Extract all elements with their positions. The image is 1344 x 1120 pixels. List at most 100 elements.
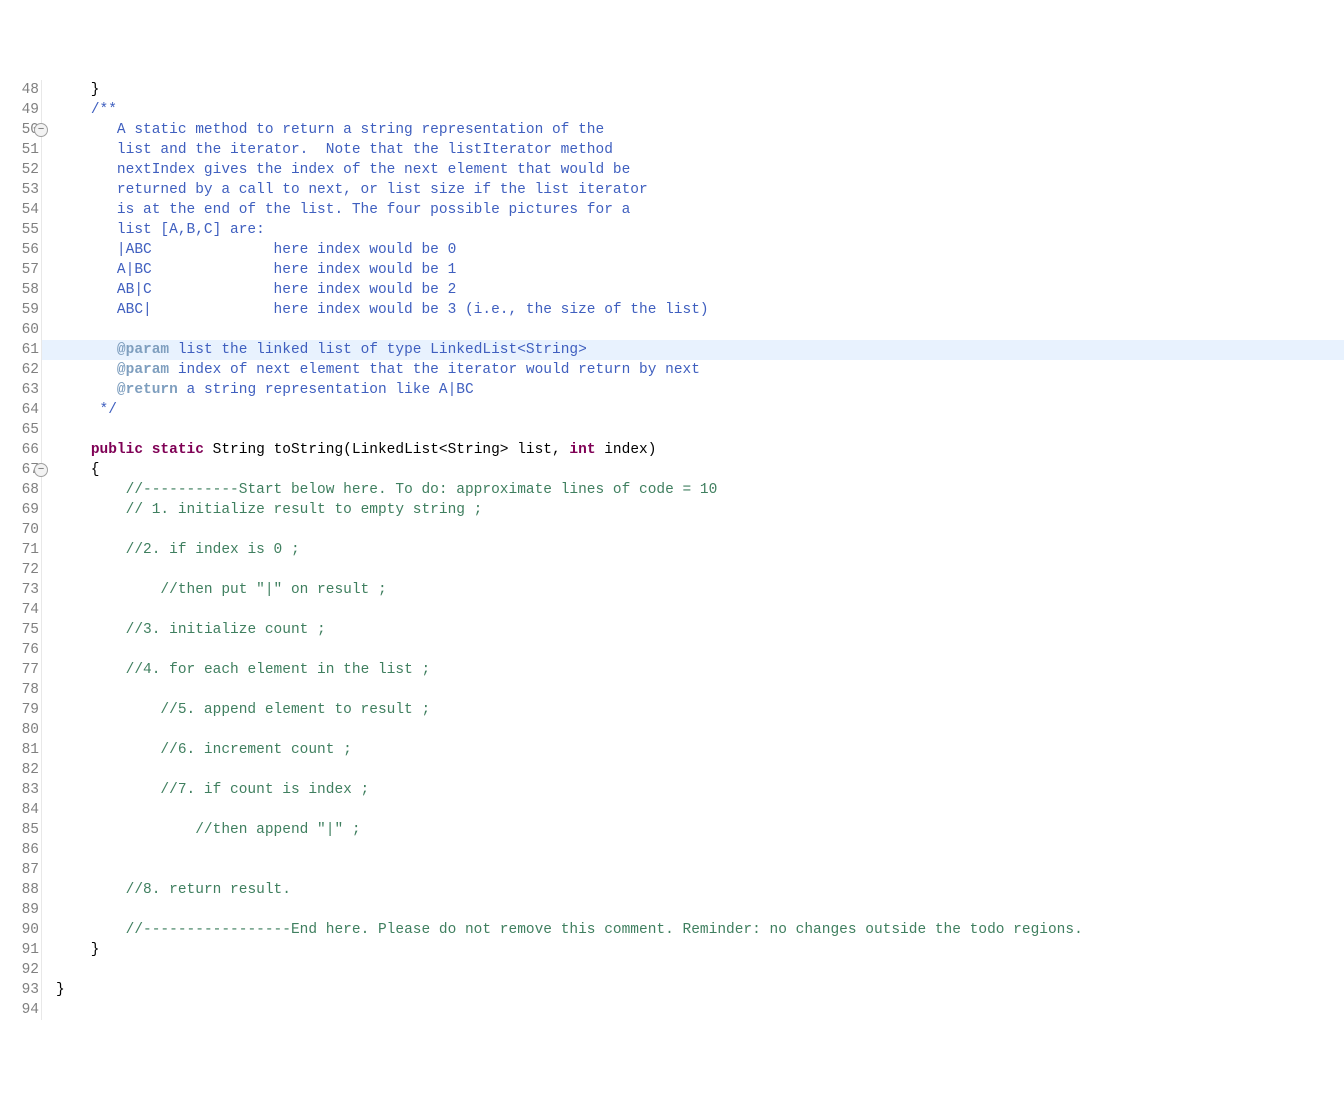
code-line[interactable]: 76	[0, 640, 1344, 660]
code-content[interactable]	[42, 760, 1344, 780]
code-line[interactable]: 85 //then append "|" ;	[0, 820, 1344, 840]
code-content[interactable]	[42, 960, 1344, 980]
code-content[interactable]: */	[42, 400, 1344, 420]
code-content[interactable]: AB|C here index would be 2	[42, 280, 1344, 300]
code-content[interactable]	[42, 560, 1344, 580]
code-line[interactable]: 80	[0, 720, 1344, 740]
code-content[interactable]: }	[42, 80, 1344, 100]
code-content[interactable]: //2. if index is 0 ;	[42, 540, 1344, 560]
code-line[interactable]: 79 //5. append element to result ;	[0, 700, 1344, 720]
fold-toggle-icon[interactable]: −	[34, 123, 48, 137]
code-line[interactable]: 63 @return a string representation like …	[0, 380, 1344, 400]
code-line[interactable]: 93}	[0, 980, 1344, 1000]
code-content[interactable]	[42, 840, 1344, 860]
code-line[interactable]: 61 @param list the linked list of type L…	[0, 340, 1344, 360]
code-line[interactable]: 75 //3. initialize count ;	[0, 620, 1344, 640]
code-content[interactable]	[42, 320, 1344, 340]
code-content[interactable]	[42, 1000, 1344, 1020]
code-content[interactable]: // 1. initialize result to empty string …	[42, 500, 1344, 520]
code-content[interactable]: is at the end of the list. The four poss…	[42, 200, 1344, 220]
token: index)	[596, 442, 657, 458]
code-line[interactable]: 78	[0, 680, 1344, 700]
code-content[interactable]	[42, 420, 1344, 440]
code-content[interactable]	[42, 600, 1344, 620]
code-content[interactable]	[42, 720, 1344, 740]
code-line[interactable]: 49 /**	[0, 100, 1344, 120]
code-line[interactable]: 83 //7. if count is index ;	[0, 780, 1344, 800]
code-content[interactable]: //6. increment count ;	[42, 740, 1344, 760]
code-content[interactable]	[42, 520, 1344, 540]
code-line[interactable]: 81 //6. increment count ;	[0, 740, 1344, 760]
code-content[interactable]	[42, 640, 1344, 660]
code-content[interactable]: //then put "|" on result ;	[42, 580, 1344, 600]
code-content[interactable]: nextIndex gives the index of the next el…	[42, 160, 1344, 180]
code-line[interactable]: 48 }	[0, 80, 1344, 100]
code-content[interactable]: //8. return result.	[42, 880, 1344, 900]
code-line[interactable]: 69 // 1. initialize result to empty stri…	[0, 500, 1344, 520]
code-line[interactable]: 56 |ABC here index would be 0	[0, 240, 1344, 260]
code-content[interactable]: //7. if count is index ;	[42, 780, 1344, 800]
code-content[interactable]: public static String toString(LinkedList…	[42, 440, 1344, 460]
code-content[interactable]: |ABC here index would be 0	[42, 240, 1344, 260]
code-content[interactable]: A|BC here index would be 1	[42, 260, 1344, 280]
code-line[interactable]: 57 A|BC here index would be 1	[0, 260, 1344, 280]
code-line[interactable]: 54 is at the end of the list. The four p…	[0, 200, 1344, 220]
code-content[interactable]: }	[42, 980, 1344, 1000]
fold-toggle-icon[interactable]: −	[34, 463, 48, 477]
code-editor[interactable]: 48 }49 /**50− A static method to return …	[0, 80, 1344, 1020]
code-content[interactable]: A static method to return a string repre…	[42, 120, 1344, 140]
code-content[interactable]: /**	[42, 100, 1344, 120]
code-line[interactable]: 67− {	[0, 460, 1344, 480]
code-line[interactable]: 86	[0, 840, 1344, 860]
code-line[interactable]: 64 */	[0, 400, 1344, 420]
code-content[interactable]: {	[42, 460, 1344, 480]
code-content[interactable]	[42, 900, 1344, 920]
code-content[interactable]: //4. for each element in the list ;	[42, 660, 1344, 680]
code-line[interactable]: 68 //-----------Start below here. To do:…	[0, 480, 1344, 500]
code-content[interactable]: //then append "|" ;	[42, 820, 1344, 840]
token: is at the end of the list. The four poss…	[56, 202, 630, 218]
code-line[interactable]: 90 //-----------------End here. Please d…	[0, 920, 1344, 940]
code-line[interactable]: 89	[0, 900, 1344, 920]
code-line[interactable]: 70	[0, 520, 1344, 540]
code-line[interactable]: 74	[0, 600, 1344, 620]
code-content[interactable]: @param list the linked list of type Link…	[42, 340, 1344, 360]
code-line[interactable]: 82	[0, 760, 1344, 780]
code-content[interactable]: @param index of next element that the it…	[42, 360, 1344, 380]
code-line[interactable]: 50− A static method to return a string r…	[0, 120, 1344, 140]
code-line[interactable]: 65	[0, 420, 1344, 440]
token	[56, 622, 126, 638]
code-line[interactable]: 91 }	[0, 940, 1344, 960]
code-line[interactable]: 77 //4. for each element in the list ;	[0, 660, 1344, 680]
code-content[interactable]: }	[42, 940, 1344, 960]
code-line[interactable]: 94	[0, 1000, 1344, 1020]
code-line[interactable]: 88 //8. return result.	[0, 880, 1344, 900]
code-content[interactable]: @return a string representation like A|B…	[42, 380, 1344, 400]
code-line[interactable]: 73 //then put "|" on result ;	[0, 580, 1344, 600]
code-line[interactable]: 51 list and the iterator. Note that the …	[0, 140, 1344, 160]
code-content[interactable]: //-----------Start below here. To do: ap…	[42, 480, 1344, 500]
code-line[interactable]: 92	[0, 960, 1344, 980]
code-content[interactable]: list [A,B,C] are:	[42, 220, 1344, 240]
code-content[interactable]	[42, 860, 1344, 880]
code-line[interactable]: 58 AB|C here index would be 2	[0, 280, 1344, 300]
code-content[interactable]: list and the iterator. Note that the lis…	[42, 140, 1344, 160]
code-line[interactable]: 71 //2. if index is 0 ;	[0, 540, 1344, 560]
code-line[interactable]: 84	[0, 800, 1344, 820]
code-line[interactable]: 87	[0, 860, 1344, 880]
code-content[interactable]	[42, 680, 1344, 700]
code-line[interactable]: 52 nextIndex gives the index of the next…	[0, 160, 1344, 180]
code-line[interactable]: 66 public static String toString(LinkedL…	[0, 440, 1344, 460]
code-line[interactable]: 72	[0, 560, 1344, 580]
code-content[interactable]: //5. append element to result ;	[42, 700, 1344, 720]
code-content[interactable]: //-----------------End here. Please do n…	[42, 920, 1344, 940]
code-line[interactable]: 62 @param index of next element that the…	[0, 360, 1344, 380]
code-content[interactable]: ABC| here index would be 3 (i.e., the si…	[42, 300, 1344, 320]
code-line[interactable]: 60	[0, 320, 1344, 340]
code-content[interactable]	[42, 800, 1344, 820]
code-content[interactable]: returned by a call to next, or list size…	[42, 180, 1344, 200]
code-line[interactable]: 59 ABC| here index would be 3 (i.e., the…	[0, 300, 1344, 320]
code-content[interactable]: //3. initialize count ;	[42, 620, 1344, 640]
code-line[interactable]: 55 list [A,B,C] are:	[0, 220, 1344, 240]
code-line[interactable]: 53 returned by a call to next, or list s…	[0, 180, 1344, 200]
